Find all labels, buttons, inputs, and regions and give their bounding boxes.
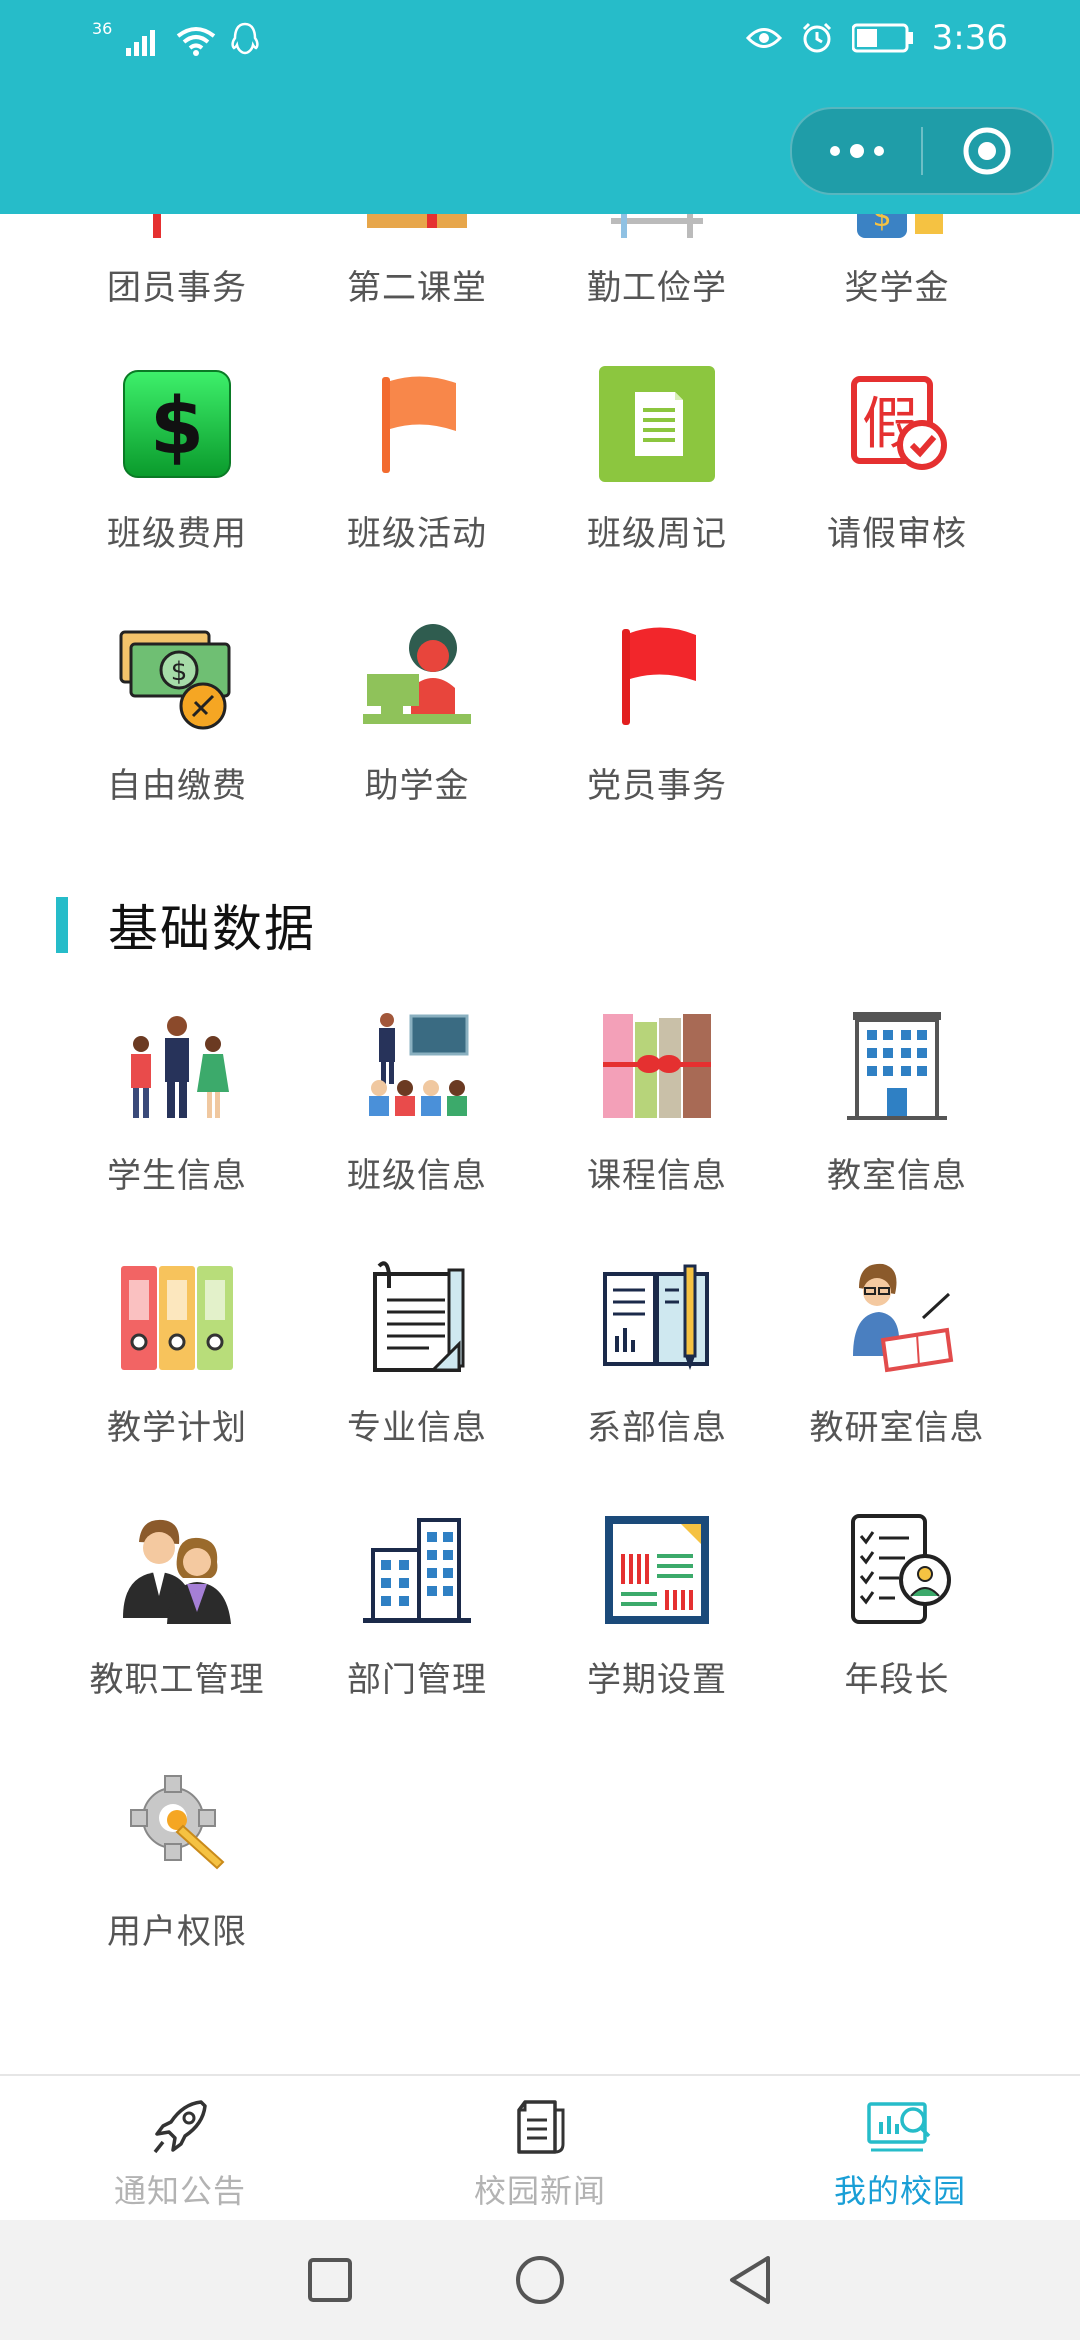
- grid-item-semester-settings[interactable]: 学期设置: [537, 1510, 777, 1762]
- tab-label-news: 校园新闻: [473, 2172, 606, 2210]
- cash-coin-icon: $: [117, 616, 237, 736]
- svg-text:$: $: [872, 214, 891, 234]
- close-miniprogram-button[interactable]: [923, 109, 1052, 193]
- app-screen: 36 3:36 团员事务 第二课堂 勤工俭学 $ 奖学金 $ 班级费用 班级活动…: [0, 0, 1080, 2340]
- grid-item-department-management[interactable]: 部门管理: [297, 1510, 537, 1762]
- checklist-user-icon: [837, 1510, 957, 1630]
- news-icon: [517, 2100, 565, 2154]
- content-area[interactable]: 团员事务 第二课堂 勤工俭学 $ 奖学金 $ 班级费用 班级活动 班级周记 假 …: [0, 214, 1080, 2074]
- tab-label-my-campus: 我的校园: [833, 2172, 966, 2210]
- grid-item-work-study[interactable]: 勤工俭学: [537, 214, 777, 370]
- grid-item-class-activity[interactable]: 班级活动: [297, 364, 537, 616]
- building-icon: [837, 1006, 957, 1126]
- document-icon: [597, 364, 717, 484]
- books-icon: [597, 1006, 717, 1126]
- grid-item-grade-leader[interactable]: 年段长: [777, 1510, 1017, 1762]
- grid-row-basic-2: 教学计划 专业信息 系部信息 教研室信息: [0, 1258, 1080, 1510]
- grid-item-party-affairs[interactable]: 党员事务: [537, 616, 777, 868]
- header-bar: 36 3:36: [0, 0, 1080, 214]
- grid-item-free-payment[interactable]: $ 自由缴费: [57, 616, 297, 868]
- section-title-basic-data: 基础数据: [56, 890, 956, 960]
- open-book-pencil-icon: [597, 1258, 717, 1378]
- flag-icon: [117, 214, 237, 238]
- grid-item-research-office-info[interactable]: 教研室信息: [777, 1258, 1017, 1510]
- grid-item-class-fees[interactable]: $ 班级费用: [57, 364, 297, 616]
- recents-icon[interactable]: [306, 2256, 354, 2304]
- bottom-tab-bar: 通知公告 校园新闻 我的校园: [0, 2074, 1080, 2222]
- grid-item-classroom-info[interactable]: 教室信息: [777, 1006, 1017, 1258]
- grid-item-scholarship[interactable]: $ 奖学金: [777, 214, 1017, 370]
- grid-row-3: $ 自由缴费 助学金 党员事务: [0, 616, 1080, 868]
- grid-row-basic-1: 学生信息 班级信息 课程信息 教室信息: [0, 1006, 1080, 1258]
- battery-icon: [851, 23, 913, 53]
- more-button[interactable]: [792, 109, 921, 193]
- grid-row-2: $ 班级费用 班级活动 班级周记 假 请假审核: [0, 364, 1080, 616]
- tab-news[interactable]: 校园新闻: [360, 2076, 720, 2222]
- wifi-icon: [177, 27, 216, 56]
- grid-row-basic-3: 教职工管理 部门管理 学期设置 年段长: [0, 1510, 1080, 1762]
- red-flag-icon: [597, 616, 717, 736]
- grid-item-department-info[interactable]: 系部信息: [537, 1258, 777, 1510]
- money-bag-icon: $: [837, 214, 957, 238]
- book-icon: [357, 214, 477, 238]
- grid-item-grant[interactable]: 助学金: [297, 616, 537, 868]
- eye-icon: [745, 28, 782, 48]
- classroom-icon: [357, 1006, 477, 1126]
- tab-label-notices: 通知公告: [113, 2172, 246, 2210]
- clipboard-doc-icon: [357, 1258, 477, 1378]
- grid-item-user-permissions[interactable]: 用户权限: [57, 1762, 297, 2014]
- system-nav-bar: [0, 2220, 1080, 2340]
- section-accent-bar: [56, 897, 68, 953]
- schedule-sheet-icon: [597, 1510, 717, 1630]
- miniprogram-capsule: [790, 107, 1054, 195]
- grid-item-student-info[interactable]: 学生信息: [57, 1006, 297, 1258]
- tab-my-campus[interactable]: 我的校园: [720, 2076, 1080, 2222]
- grid-item-major-info[interactable]: 专业信息: [297, 1258, 537, 1510]
- rocket-icon: [153, 2100, 207, 2154]
- status-bar: 36 3:36: [0, 0, 1080, 84]
- office-buildings-icon: [357, 1510, 477, 1630]
- grid-item-course-info[interactable]: 课程信息: [537, 1006, 777, 1258]
- student-desk-icon: [357, 616, 477, 736]
- clock: 3:36: [931, 18, 1008, 58]
- more-dots-icon: [829, 144, 884, 158]
- campus-icon: [867, 2102, 931, 2152]
- svg-text:$: $: [150, 382, 204, 472]
- family-icon: [117, 1006, 237, 1126]
- grid-row-partial: 团员事务 第二课堂 勤工俭学 $ 奖学金: [0, 214, 1080, 370]
- grid-item-class-info[interactable]: 班级信息: [297, 1006, 537, 1258]
- grid-item-leave-review[interactable]: 假 请假审核: [777, 364, 1017, 616]
- qq-icon: [231, 22, 259, 55]
- home-icon[interactable]: [514, 2254, 566, 2306]
- alarm-icon: [802, 22, 831, 53]
- grid-item-staff-management[interactable]: 教职工管理: [57, 1510, 297, 1762]
- grid-row-basic-4: 用户权限: [0, 1762, 1080, 2014]
- desk-icon: [597, 214, 717, 238]
- orange-flag-icon: [357, 364, 477, 484]
- dollar-icon: $: [117, 364, 237, 484]
- staff-people-icon: [117, 1510, 237, 1630]
- svg-text:$: $: [171, 657, 188, 687]
- grid-item-second-classroom[interactable]: 第二课堂: [297, 214, 537, 370]
- tab-notices[interactable]: 通知公告: [0, 2076, 360, 2222]
- teacher-reading-icon: [837, 1258, 957, 1378]
- binders-icon: [117, 1258, 237, 1378]
- gear-key-icon: [117, 1762, 237, 1882]
- grid-item-class-weekly[interactable]: 班级周记: [537, 364, 777, 616]
- back-icon[interactable]: [726, 2254, 774, 2306]
- grid-item-league-affairs[interactable]: 团员事务: [57, 214, 297, 370]
- network-type: 36: [92, 19, 113, 38]
- target-icon: [963, 127, 1011, 175]
- grid-item-teaching-plan[interactable]: 教学计划: [57, 1258, 297, 1510]
- signal-icon: [126, 30, 156, 56]
- leave-approve-icon: 假: [837, 364, 957, 484]
